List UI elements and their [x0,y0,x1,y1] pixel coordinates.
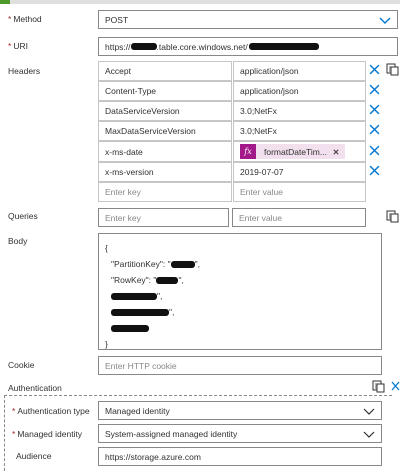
delete-row-icon[interactable] [369,145,380,156]
header-key-input[interactable]: Enter key [98,182,232,202]
delete-row-icon[interactable] [369,165,380,176]
cookie-input[interactable]: Enter HTTP cookie [98,356,382,375]
header-key-cell[interactable]: MaxDataServiceVersion [98,121,232,141]
delete-icon[interactable] [391,381,400,391]
header-key-cell[interactable]: Content-Type [98,81,232,101]
top-divider [10,0,400,4]
body-line: } [105,339,108,349]
top-accent-bar [0,0,10,4]
authentication-label: Authentication [8,383,62,393]
remove-token-icon[interactable] [333,148,339,155]
switch-to-text-mode-icon[interactable] [386,210,399,223]
header-value-cell[interactable]: application/json [233,81,366,101]
body-label: Body [8,236,28,246]
authentication-type-value: Managed identity [105,405,170,416]
chevron-down-icon [363,408,375,415]
header-value-cell[interactable]: fx formatDateTim... [233,141,366,162]
redacted-text [170,261,195,269]
header-key-cell[interactable]: Accept [98,61,232,81]
query-value-input[interactable]: Enter value [232,208,366,227]
query-key-input[interactable]: Enter key [98,208,229,227]
body-line: "RowKey": " ", [111,275,184,285]
body-line [105,320,375,336]
token-text: formatDateTim... [264,146,327,157]
body-line: { [105,243,108,253]
uri-prefix: https:// [105,41,131,52]
delete-row-icon[interactable] [369,104,380,115]
redacted-text [111,309,169,317]
header-key-cell[interactable]: x-ms-version [98,162,232,182]
body-line: ", [105,288,375,304]
delete-row-icon[interactable] [369,84,380,95]
fx-icon: fx [240,144,256,159]
uri-host: .table.core.windows.net/ [156,41,248,52]
redacted-text [130,43,157,50]
header-value-cell[interactable]: 3.0;NetFx [233,121,366,141]
method-label: * Method [8,14,42,24]
authentication-type-label: * Authentication type [12,406,90,416]
authentication-type-dropdown[interactable]: Managed identity [98,401,382,420]
method-dropdown[interactable]: POST [98,10,398,29]
redacted-text [156,277,179,285]
header-value-cell[interactable]: application/json [233,61,366,81]
switch-to-text-mode-icon[interactable] [372,380,385,393]
cookie-label: Cookie [8,360,35,370]
header-value-cell[interactable]: 2019-07-07 [233,162,366,182]
uri-label: * URI [8,41,28,51]
chevron-down-icon [363,431,375,438]
redacted-text [111,325,149,333]
body-editor[interactable]: { "PartitionKey": " ", "RowKey": " ", ", "… [98,233,382,350]
delete-row-icon[interactable] [369,64,380,75]
managed-identity-dropdown[interactable]: System-assigned managed identity [98,424,382,443]
audience-label: Audience [16,451,52,461]
header-key-cell[interactable]: x-ms-date [98,141,232,162]
managed-identity-value: System-assigned managed identity [105,428,238,439]
audience-input[interactable]: https://storage.azure.com [98,447,382,466]
chevron-down-icon [379,17,391,24]
body-line: ", [105,304,375,320]
headers-label: Headers [8,66,41,76]
queries-label: Queries [8,211,38,221]
header-value-cell[interactable]: 3.0;NetFx [233,101,366,121]
redacted-text [111,293,157,301]
switch-to-text-mode-icon[interactable] [386,63,399,76]
body-line: "PartitionKey": " ", [111,259,200,269]
header-key-cell[interactable]: DataServiceVersion [98,101,232,121]
header-value-input[interactable]: Enter value [233,182,366,202]
redacted-text [248,43,319,50]
uri-input[interactable]: https:// .table.core.windows.net/ [98,37,398,56]
delete-row-icon[interactable] [369,124,380,135]
managed-identity-label: * Managed identity [12,429,83,439]
expression-token[interactable]: fx formatDateTim... [240,144,345,159]
method-value: POST [105,14,129,25]
